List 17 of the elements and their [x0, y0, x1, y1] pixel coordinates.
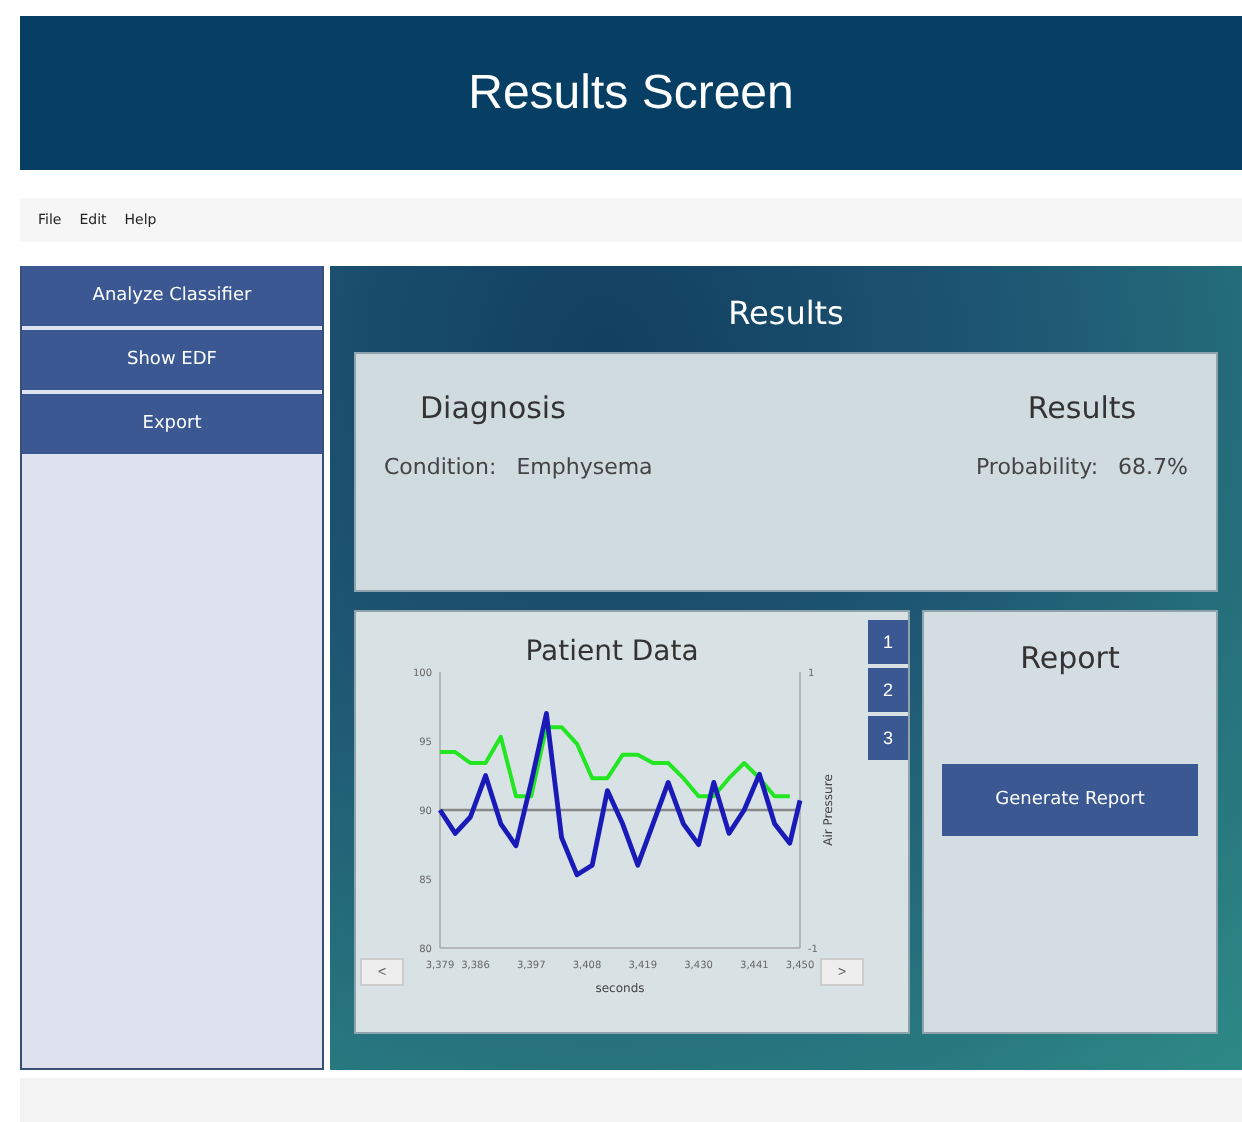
probability-label: Probability: [975, 454, 1099, 480]
probability-value: 68.7% [1118, 454, 1188, 480]
generate-report-button[interactable]: Generate Report [942, 764, 1198, 836]
results-title: Results [728, 294, 844, 332]
diagnosis-heading: Diagnosis [420, 390, 568, 426]
condition-value: Emphysema [516, 454, 653, 480]
report-title: Report [1020, 640, 1120, 676]
screen-title: Results Screen [468, 65, 794, 121]
condition-label: Condition: [384, 454, 497, 480]
patient-data-title: Patient Data [525, 636, 699, 668]
chart-tab[interactable]: 1 [868, 620, 908, 664]
sidebar-button[interactable]: Show EDF [22, 330, 322, 390]
sidebar-button[interactable]: Analyze Classifier [22, 266, 322, 326]
results-heading: Results [1027, 390, 1137, 426]
sidebar-button[interactable]: Export [22, 394, 322, 454]
chart-tab[interactable]: 3 [868, 716, 908, 760]
chart-tab[interactable]: 2 [868, 668, 908, 712]
